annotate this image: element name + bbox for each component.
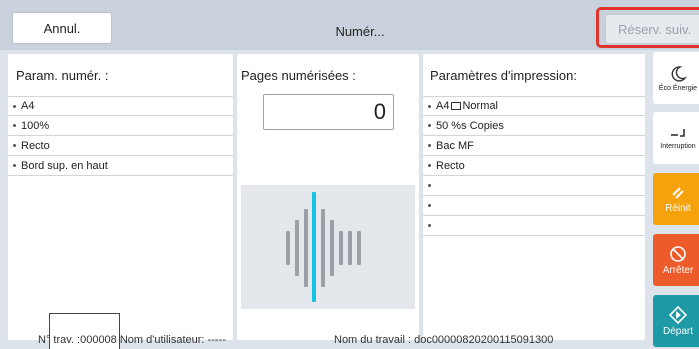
moon-icon: [671, 65, 687, 82]
bullet-icon: [13, 144, 16, 147]
list-item: Bac MF: [423, 136, 645, 156]
reserve-next-button[interactable]: Réserv. suiv.: [605, 14, 699, 44]
stop-icon: [670, 245, 686, 262]
print-params-panel: Paramètres d'impression: A4 Normal 50 %s …: [423, 54, 645, 340]
bullet-icon: [428, 144, 431, 147]
scan-bar: [330, 220, 334, 276]
list-item: Recto: [8, 136, 233, 156]
scan-bar: [286, 231, 290, 265]
bullet-icon: [13, 104, 16, 108]
scan-bar-active: [312, 192, 316, 302]
bullet-icon: [428, 124, 431, 127]
scanning-animation: [241, 185, 415, 309]
page-count-display: 0: [263, 94, 394, 130]
job-number-text: N° trav. :000008 Nom d'utilisateur: ----…: [38, 334, 226, 346]
bullet-icon: [13, 164, 16, 167]
list-item: Recto: [423, 156, 645, 176]
list-item: A4 Normal: [423, 96, 645, 116]
bullet-icon: [428, 204, 431, 207]
eco-energy-label: Éco Énergie: [658, 84, 698, 92]
job-name-text: Nom du travail : doc00000820200115091300: [334, 334, 554, 346]
list-item: Bord sup. en haut: [8, 156, 233, 176]
scan-bar: [339, 231, 343, 265]
page-title: Numér...: [335, 24, 385, 39]
interrupt-icon: [671, 128, 685, 137]
start-button[interactable]: Départ: [653, 295, 699, 347]
scanned-pages-title: Pages numérisées :: [241, 68, 356, 83]
print-params-list: A4 Normal 50 %s Copies Bac MF Recto: [423, 96, 645, 236]
reset-button[interactable]: Réinit: [653, 173, 699, 225]
bullet-icon: [428, 104, 431, 108]
stop-button[interactable]: Arrêter: [653, 234, 699, 286]
scanned-pages-panel: Pages numérisées : 0: [237, 54, 419, 340]
page-icon: [451, 102, 462, 110]
bullet-icon: [428, 224, 431, 227]
stop-label: Arrêter: [662, 264, 694, 276]
scan-bar: [357, 231, 361, 265]
list-item: [423, 196, 645, 216]
list-item: 50 %s Copies: [423, 116, 645, 136]
bullet-icon: [13, 124, 16, 127]
list-item: [423, 216, 645, 236]
bullet-icon: [428, 184, 431, 187]
eco-energy-button[interactable]: Éco Énergie: [653, 52, 699, 104]
scan-bar: [348, 231, 352, 265]
scan-bar: [321, 209, 325, 287]
scan-bar: [304, 209, 308, 287]
print-params-title: Paramètres d'impression:: [430, 68, 577, 83]
scan-params-title: Param. numér. :: [16, 68, 109, 83]
bullet-icon: [428, 164, 431, 167]
interruption-button[interactable]: Interruption: [653, 112, 699, 164]
interruption-label: Interruption: [660, 142, 696, 150]
cancel-button[interactable]: Annul.: [12, 12, 112, 44]
scan-params-list: A4 100% Recto Bord sup. en haut: [8, 96, 233, 176]
list-item: A4: [8, 96, 233, 116]
list-item: [423, 176, 645, 196]
reset-label: Réinit: [665, 202, 691, 214]
list-item: 100%: [8, 116, 233, 136]
start-label: Départ: [662, 325, 693, 337]
scan-params-panel: Param. numér. : A4 100% Recto Bord sup. …: [8, 54, 233, 340]
start-icon: [669, 305, 687, 324]
scan-bar: [295, 220, 299, 276]
reset-icon: [672, 186, 684, 199]
